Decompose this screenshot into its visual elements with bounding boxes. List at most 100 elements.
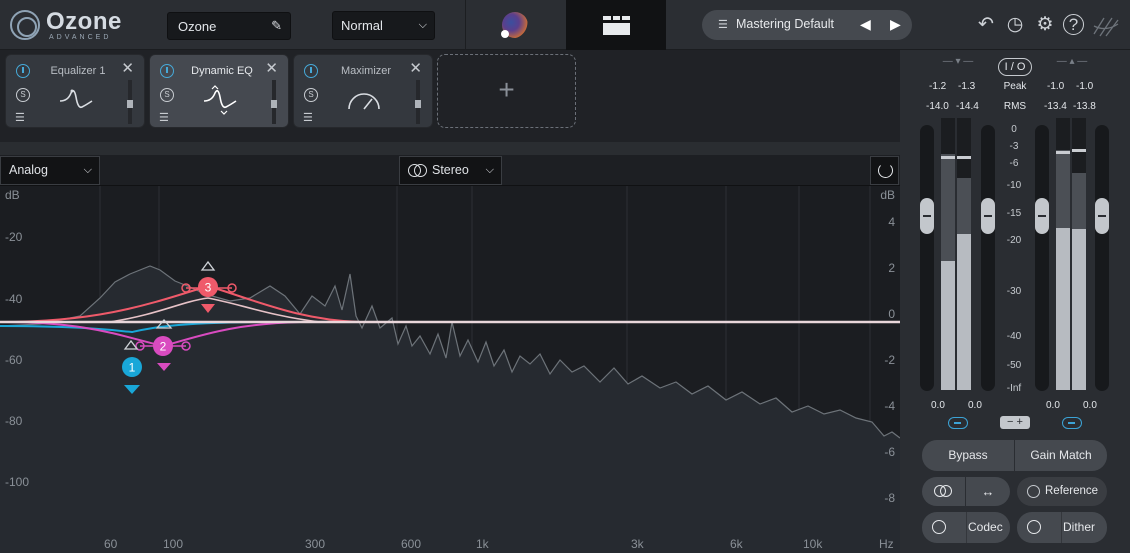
frequency-tick: 600 — [401, 537, 421, 551]
output-gain-left-slider[interactable] — [1035, 125, 1049, 391]
swap-channels-button[interactable]: ↔ — [966, 477, 1010, 506]
meter-scale-tick: -3 — [1009, 141, 1019, 152]
right-axis-title: dB — [880, 188, 895, 202]
close-icon[interactable]: ✕ — [409, 59, 422, 77]
input-meter-collapse-icon[interactable]: — ▾ — — [928, 56, 988, 67]
output-gain-left-knob[interactable] — [1035, 198, 1049, 234]
band-3-node[interactable]: 3 — [198, 277, 218, 297]
left-axis-tick: -60 — [5, 353, 23, 367]
module-view-tab[interactable] — [566, 0, 666, 50]
eq-mode-value: Analog — [9, 163, 48, 177]
output-gain-right-knob[interactable] — [1095, 198, 1109, 234]
preset-manager[interactable]: ☰ Mastering Default ◀ ▶ — [702, 10, 912, 40]
module-gain-fader[interactable] — [415, 80, 421, 124]
next-preset-icon[interactable]: ▶ — [890, 16, 901, 33]
gauge-icon — [348, 93, 380, 110]
output-meter-right — [1072, 118, 1086, 390]
menu-list-icon[interactable]: ☰ — [303, 111, 313, 124]
module-title: Equalizer 1 — [50, 65, 106, 77]
frequency-tick: 100 — [163, 537, 183, 551]
module-title: Dynamic EQ — [191, 65, 253, 77]
meter-scale-tick: -6 — [1009, 158, 1019, 169]
eq-display[interactable]: 3 2 1 dB -20 -40 -60 -80 -100 dB 4 2 0 -… — [0, 186, 900, 553]
previous-preset-icon[interactable]: ◀ — [860, 16, 871, 33]
input-gain-left-knob[interactable] — [920, 198, 934, 234]
ozone-logo: Ozone ADVANCED — [8, 6, 138, 46]
dither-button[interactable]: Dither — [1017, 512, 1107, 543]
module-grid-icon — [603, 16, 630, 35]
module-gain-fader[interactable] — [271, 80, 277, 124]
reference-toggle-icon — [1027, 485, 1040, 498]
gain-match-button[interactable]: Gain Match — [1015, 440, 1107, 471]
dynamic-eq-curve-icon — [203, 85, 237, 115]
module-maximizer[interactable]: S ☰ Maximizer ✕ — [293, 54, 433, 128]
pencil-icon[interactable]: ✎ — [271, 18, 282, 34]
izotope-logo[interactable] — [1090, 12, 1122, 40]
output-gain-left-value[interactable]: 0.0 — [1046, 400, 1060, 411]
solo-icon[interactable]: S — [160, 88, 174, 102]
dither-toggle-icon — [1027, 520, 1041, 534]
logo-name: Ozone — [46, 8, 122, 35]
meter-scale-tick: -50 — [1006, 360, 1022, 371]
history-icon[interactable]: ◷ — [1003, 13, 1027, 37]
frequency-tick: 3k — [631, 537, 645, 551]
menu-list-icon[interactable]: ☰ — [15, 111, 25, 124]
help-icon[interactable]: ? — [1063, 14, 1084, 35]
close-icon[interactable]: ✕ — [265, 59, 278, 77]
stereo-monitor-button[interactable] — [922, 477, 965, 506]
left-axis-tick: -100 — [5, 475, 29, 489]
input-meter-left — [941, 118, 955, 390]
module-chain: S ☰ Equalizer 1 ✕ S ☰ Dynamic EQ ✕ S ☰ M… — [0, 50, 900, 142]
input-gain-left-slider[interactable] — [920, 125, 934, 391]
input-gain-left-value[interactable]: 0.0 — [931, 400, 945, 411]
input-link-icon[interactable] — [948, 417, 968, 429]
power-icon[interactable] — [304, 64, 318, 78]
input-peak-right: -1.3 — [958, 81, 976, 92]
input-gain-right-slider[interactable] — [981, 125, 995, 391]
menu-list-icon[interactable]: ☰ — [159, 111, 169, 124]
band-2-node[interactable]: 2 — [153, 336, 173, 356]
eq-mode-select[interactable]: Analog ⌵ — [0, 156, 100, 185]
input-rms-right: -14.4 — [956, 101, 979, 112]
bypass-button[interactable]: Bypass — [922, 440, 1014, 471]
spectrum-analyzer-fill — [0, 266, 900, 553]
reference-button[interactable]: Reference — [1017, 477, 1107, 506]
processing-mode-select[interactable]: Normal ⌵ — [332, 11, 435, 40]
band-3-range-up-icon[interactable] — [200, 260, 216, 271]
output-gain-right-value[interactable]: 0.0 — [1083, 400, 1097, 411]
output-meter-collapse-icon[interactable]: — ▴ — — [1042, 56, 1102, 67]
add-module-button[interactable]: + — [437, 54, 576, 128]
io-toggle-button[interactable]: I / O — [998, 58, 1032, 76]
preset-name-field[interactable]: Ozone ✎ — [167, 12, 291, 40]
right-axis-tick: -6 — [884, 445, 895, 459]
module-dynamic-eq[interactable]: S ☰ Dynamic EQ ✕ — [149, 54, 289, 128]
module-equalizer-1[interactable]: S ☰ Equalizer 1 ✕ — [5, 54, 145, 128]
preset-manager-name[interactable]: Mastering Default — [736, 17, 834, 31]
input-gain-right-value[interactable]: 0.0 — [968, 400, 982, 411]
output-gain-right-slider[interactable] — [1095, 125, 1109, 391]
band-1-node-label: 1 — [129, 361, 136, 375]
close-icon[interactable]: ✕ — [121, 59, 134, 77]
solo-icon[interactable]: S — [16, 88, 30, 102]
solo-icon[interactable]: S — [304, 88, 318, 102]
band-2-node-label: 2 — [160, 340, 167, 354]
undo-icon[interactable]: ↶ — [974, 13, 998, 37]
power-icon[interactable] — [160, 64, 174, 78]
list-icon[interactable]: ☰ — [718, 18, 728, 31]
ozone-logo-mark-icon — [10, 10, 40, 40]
module-gain-fader[interactable] — [127, 80, 133, 124]
meter-scale-tick: -Inf — [1006, 383, 1022, 394]
input-gain-right-knob[interactable] — [981, 198, 995, 234]
stereo-icon-ring — [940, 485, 952, 497]
io-trim-buttons[interactable]: − + — [1000, 416, 1030, 429]
band-1-node[interactable]: 1 — [122, 357, 142, 377]
rms-label: RMS — [1003, 101, 1027, 112]
reset-view-button[interactable] — [870, 156, 899, 185]
reference-label: Reference — [1045, 485, 1099, 497]
codec-button[interactable]: Codec — [922, 512, 1010, 543]
power-icon[interactable] — [16, 64, 30, 78]
output-peak-left: -1.0 — [1047, 81, 1065, 92]
settings-icon[interactable]: ⚙ — [1033, 13, 1057, 37]
output-link-icon[interactable] — [1062, 417, 1082, 429]
channel-mode-select[interactable]: Stereo ⌵ — [399, 156, 502, 185]
